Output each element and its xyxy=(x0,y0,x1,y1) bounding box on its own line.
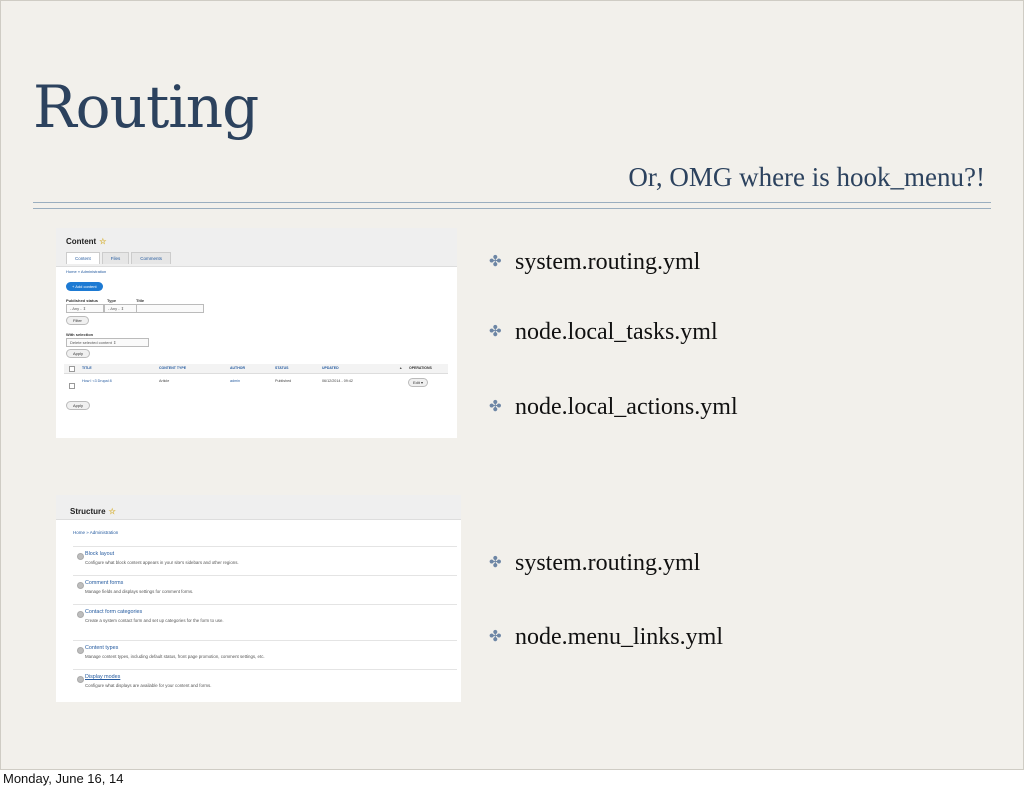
title-rule-top xyxy=(33,202,991,203)
type-label: Type xyxy=(107,298,117,303)
list-item: Comment forms Manage fields and displays… xyxy=(73,575,457,599)
bullet-icon: ✤ xyxy=(489,399,502,415)
slide: Routing Or, OMG where is hook_menu?! Con… xyxy=(0,0,1024,770)
structure-title: Structure ☆ xyxy=(70,507,116,516)
col-content-type[interactable]: CONTENT TYPE xyxy=(159,366,186,370)
circle-icon xyxy=(77,582,84,589)
circle-icon xyxy=(77,647,84,654)
star-icon: ☆ xyxy=(108,507,116,516)
title-label: Title xyxy=(136,298,145,303)
slide-subtitle: Or, OMG where is hook_menu?! xyxy=(628,162,985,192)
circle-icon xyxy=(77,611,84,618)
footer-date: Monday, June 16, 14 xyxy=(3,771,124,786)
col-title[interactable]: TITLE xyxy=(82,366,92,370)
content-admin-screenshot: Content ☆ Content Files Comments Home » A… xyxy=(56,228,457,438)
select-all-checkbox[interactable] xyxy=(69,366,75,372)
slide-title: Routing xyxy=(33,73,259,141)
bullet-item: ✤ system.routing.yml xyxy=(489,249,701,275)
row-updated: 06/12/2014 - 09:42 xyxy=(322,379,353,383)
circle-icon xyxy=(77,676,84,683)
filter-button[interactable]: Filter xyxy=(66,316,89,325)
item-description: Manage fields and displays settings for … xyxy=(85,589,194,594)
circle-icon xyxy=(77,553,84,560)
bullet-item: ✤ node.local_tasks.yml xyxy=(489,319,718,345)
content-title: Content ☆ xyxy=(66,237,107,246)
item-link-comment-forms[interactable]: Comment forms xyxy=(85,580,123,586)
content-tabs: Content Files Comments xyxy=(66,252,173,264)
row-status: Published xyxy=(275,379,292,383)
chevron-down-icon: ⇕ xyxy=(120,306,125,311)
item-link-display-modes[interactable]: Display modes xyxy=(85,674,120,680)
structure-header: Structure ☆ xyxy=(56,495,461,520)
row-title-link[interactable]: How I <3 Drupal 8 xyxy=(82,379,112,383)
bullet-icon: ✤ xyxy=(489,555,502,571)
tab-files[interactable]: Files xyxy=(101,252,130,264)
structure-admin-screenshot: Structure ☆ Home » Administration Block l… xyxy=(56,495,461,702)
bullet-item: ✤ node.menu_links.yml xyxy=(489,624,723,650)
row-content-type: Article xyxy=(159,379,170,383)
item-description: Create a system contact form and set up … xyxy=(85,618,224,623)
bullet-icon: ✤ xyxy=(489,629,502,645)
title-input[interactable] xyxy=(136,304,204,313)
list-item: Contact form categories Create a system … xyxy=(73,604,457,628)
bullet-item: ✤ system.routing.yml xyxy=(489,550,701,576)
published-status-select[interactable]: - Any - ⇕ xyxy=(66,304,104,313)
item-description: Configure what displays are available fo… xyxy=(85,683,212,688)
item-link-block-layout[interactable]: Block layout xyxy=(85,551,114,557)
sort-arrow-icon: ▲ xyxy=(399,366,403,370)
item-link-content-types[interactable]: Content types xyxy=(85,645,118,651)
title-rule-bottom xyxy=(33,208,991,209)
with-selection-label: With selection xyxy=(66,332,94,337)
bulk-action-select[interactable]: Delete selected content ⇕ xyxy=(66,338,149,347)
add-content-button[interactable]: + Add content xyxy=(66,282,103,291)
item-link-contact-form-categories[interactable]: Contact form categories xyxy=(85,609,142,615)
tab-comments[interactable]: Comments xyxy=(131,252,172,264)
bullet-icon: ✤ xyxy=(489,324,502,340)
apply-button[interactable]: Apply xyxy=(66,349,91,358)
apply-button-bottom[interactable]: Apply xyxy=(66,401,91,410)
chevron-down-icon: ⇕ xyxy=(112,340,117,345)
row-author-link[interactable]: admin xyxy=(230,379,240,383)
item-description: Manage content types, including default … xyxy=(85,654,265,659)
type-select[interactable]: - Any - ⇕ xyxy=(104,304,140,313)
col-status[interactable]: STATUS xyxy=(275,366,288,370)
item-description: Configure what block content appears in … xyxy=(85,560,239,565)
list-item: Content types Manage content types, incl… xyxy=(73,640,457,664)
list-item: Block layout Configure what block conten… xyxy=(73,546,457,570)
dropdown-arrow-icon: ▾ xyxy=(421,380,424,385)
published-status-label: Published status xyxy=(66,298,99,303)
chevron-down-icon: ⇕ xyxy=(82,306,87,311)
bullet-item: ✤ node.local_actions.yml xyxy=(489,394,738,420)
content-table-header: TITLE CONTENT TYPE AUTHOR STATUS UPDATED… xyxy=(64,364,448,374)
content-header: Content ☆ Content Files Comments xyxy=(56,228,457,267)
bullet-icon: ✤ xyxy=(489,254,502,270)
list-item: Display modes Configure what displays ar… xyxy=(73,669,457,693)
row-edit-button[interactable]: Edit ▾ xyxy=(408,378,429,387)
breadcrumb[interactable]: Home » Administration xyxy=(73,530,118,535)
row-checkbox[interactable] xyxy=(69,383,75,389)
breadcrumb[interactable]: Home » Administration xyxy=(66,269,106,274)
col-updated[interactable]: UPDATED xyxy=(322,366,339,370)
col-operations: OPERATIONS xyxy=(409,366,432,370)
tab-content[interactable]: Content xyxy=(66,252,100,264)
star-icon: ☆ xyxy=(99,237,107,246)
col-author[interactable]: AUTHOR xyxy=(230,366,245,370)
